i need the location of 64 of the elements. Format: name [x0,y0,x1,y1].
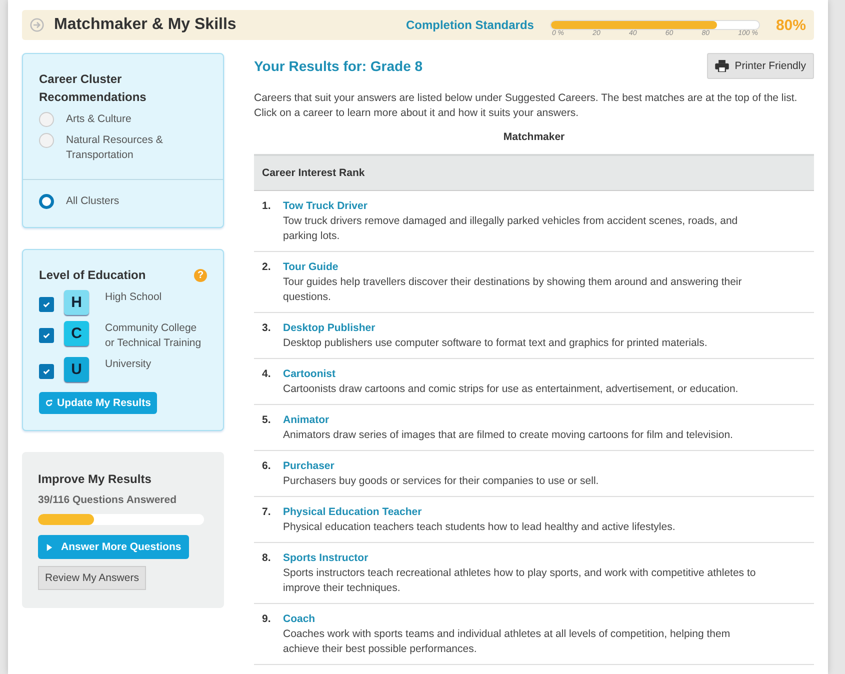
career-link[interactable]: Tow Truck Driver [283,199,368,214]
career-description: Physical education teachers teach students how to lead healthy and active lifestyles. [283,520,676,535]
review-button[interactable]: Review My Answers [38,566,146,590]
help-icon[interactable]: ? [194,268,207,282]
check-icon [42,300,51,309]
rank-number: 3. [262,321,271,336]
printer-icon [714,60,729,72]
checkbox[interactable] [39,297,54,312]
rank-number: 1. [262,199,271,214]
panel-title: Improve My Results [38,471,152,488]
radio-button[interactable] [39,112,54,127]
career-description: Cartoonists draw cartoons and comic strips for use as entertainment, advertisement, or education. [283,382,740,397]
option-label: Arts & Culture [66,112,132,127]
level-label: High School [105,290,162,305]
questions-count: 39/116 Questions Answered [38,494,178,506]
completion-percent: 80% [776,16,806,34]
level-tile: H [64,290,89,315]
panel-title: Level of Education [39,267,146,284]
career-link[interactable]: Sports Instructor [283,551,368,566]
table-caption: Matchmaker [502,131,566,143]
career-description: Coaches work with sports teams and individual athletes at all levels of competition, helping them achieve their best possible performances. [283,627,732,657]
career-description: Sports instructors teach recreational athletes how to play sports, and work with competitive athletes to improve their techniques. [283,566,757,596]
level-label: University [105,357,152,372]
panel-title: Career Cluster Recommendations [39,71,148,106]
option-label: Natural Resources & Transportation [66,133,164,163]
career-link[interactable]: Desktop Publisher [283,321,376,336]
answer-button[interactable]: Answer More Questions [38,535,190,559]
rank-number: 9. [262,612,271,627]
update-button[interactable]: Update My Results [39,392,157,414]
check-icon [42,331,51,340]
column-header: Career Interest Rank [254,154,814,191]
career-description: Purchasers buy goods or services for their companies to use or sell. [283,474,600,489]
option-label: All Clusters [66,194,120,209]
rank-number: 8. [262,551,271,566]
radio-button[interactable] [39,133,54,148]
level-tile: C [64,321,89,346]
rank-number: 4. [262,367,271,382]
career-description: Animators draw series of images that are filmed to create moving cartoons for film and television. [283,428,734,443]
career-link[interactable]: Physical Education Teacher [283,505,422,520]
radio-button[interactable] [39,194,54,209]
level-label: Community College or Technical Training [105,321,202,351]
career-link[interactable]: Animator [283,413,330,428]
career-link[interactable]: Cartoonist [283,367,336,382]
level-tile: U [64,357,89,382]
career-link[interactable]: Tour Guide [283,260,338,275]
refresh-icon [45,399,53,407]
career-description: Desktop publishers use computer software to format text and graphics for printed materials. [283,336,708,351]
rank-number: 5. [262,413,271,428]
play-icon [46,544,53,550]
rank-number: 6. [262,459,271,474]
career-description: Tour guides help travellers discover their destinations by showing them around and answering their questions. [283,275,743,305]
results-title: Your Results for: Grade 8 [254,58,423,74]
print-button[interactable]: Printer Friendly [706,53,814,79]
check-icon [42,367,51,376]
career-link[interactable]: Purchaser [283,459,334,474]
rank-number: 2. [262,260,271,275]
intro-text: Careers that suit your answers are listed below under Suggested Careers. The best matches are at the top of the list. Click on a career to learn more about it and how it suits your answers. [254,91,798,121]
checkbox[interactable] [39,328,54,343]
completion-label: Completion Standards [406,18,534,32]
rank-number: 7. [262,505,271,520]
checkbox[interactable] [39,364,54,379]
page-title: Matchmaker & My Skills [54,16,238,34]
career-description: Tow truck drivers remove damaged and illegally parked vehicles from accident scenes, roads, and parking lots. [283,214,739,244]
career-link[interactable]: Coach [283,612,316,627]
